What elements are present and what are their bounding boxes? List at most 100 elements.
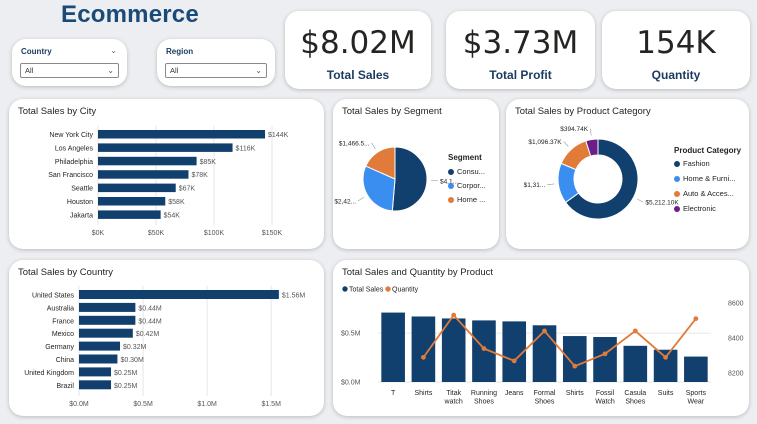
data-label: $394.74K: [560, 126, 588, 133]
category-label: T: [391, 390, 396, 397]
kpi-total-sales-card: $8.02M Total Sales: [285, 11, 431, 89]
chart-title: Total Sales by Segment: [342, 106, 442, 117]
bar: [562, 336, 587, 382]
kpi-quantity-card: 154K Quantity: [602, 11, 750, 89]
bar: [79, 315, 136, 325]
category-label: United Kingdom: [24, 370, 74, 377]
legend-label: Corpor...: [457, 181, 486, 190]
x-tick-label: $100K: [204, 230, 225, 237]
chevron-down-icon[interactable]: ⌄: [110, 46, 117, 55]
quantity-point: [663, 354, 668, 360]
category-label: New York City: [49, 132, 93, 139]
sales-by-category-card: Total Sales by Product Category $5,212.1…: [506, 99, 749, 249]
chart-title: Total Sales by Country: [18, 267, 114, 278]
x-tick-label: $0K: [92, 230, 105, 237]
bar: [79, 341, 120, 351]
kpi-value: $8.02M: [300, 25, 416, 61]
category-label: United States: [32, 293, 75, 300]
category-label: Titak watch: [444, 390, 463, 406]
leader-line: [357, 197, 365, 202]
region-dropdown-value: All: [170, 66, 179, 75]
kpi-label: Total Sales: [326, 68, 390, 82]
category-label: Mexico: [52, 331, 74, 338]
legend-item[interactable]: Consu...: [448, 167, 485, 176]
page-title: Ecommerce: [61, 1, 199, 28]
legend-label: Fashion: [683, 159, 710, 168]
chevron-down-icon: ⌄: [107, 66, 114, 75]
quantity-point: [632, 328, 638, 334]
country-slicer[interactable]: Country ⌄ All ⌄: [12, 39, 127, 86]
category-label: Brazil: [56, 383, 74, 390]
leader-line: [589, 128, 592, 136]
leader-line: [371, 142, 376, 149]
bar: [98, 143, 233, 152]
sales-by-country-chart: $0.0M $0.5M $1.0M $1.5M United States $1.56M A…: [24, 286, 305, 408]
legend-item[interactable]: Auto & Acces...: [674, 189, 734, 198]
data-label: $1,31...: [524, 182, 546, 189]
category-label: Fossil Watch: [595, 390, 615, 406]
country-dropdown[interactable]: All ⌄: [20, 63, 119, 78]
legend-dot: [674, 191, 680, 198]
category-label: Sports Wear: [686, 390, 707, 406]
category-label: Suits: [658, 390, 674, 397]
pie-slice: [560, 140, 592, 171]
legend-dot: [674, 176, 680, 183]
bar: [653, 349, 678, 382]
chart-title: Total Sales and Quantity by Product: [342, 267, 494, 278]
legend-item[interactable]: Home & Furni...: [674, 174, 736, 183]
sales-by-segment-card: Total Sales by Segment $4,1... $2,42... $1…: [333, 99, 499, 249]
legend-item[interactable]: Electronic: [674, 204, 716, 213]
legend-label: Consu...: [457, 167, 485, 176]
legend-item[interactable]: Fashion: [674, 159, 710, 168]
data-label: $1,466.5...: [339, 140, 370, 147]
data-label: $0.32M: [123, 344, 147, 351]
category-label: Philadelphia: [55, 159, 93, 166]
data-label: $85K: [200, 159, 217, 166]
bar: [79, 367, 112, 377]
category-label: Formal Shoes: [534, 390, 556, 406]
data-label: $0.25M: [114, 370, 138, 377]
bar: [98, 170, 189, 179]
data-label: $116K: [236, 145, 256, 152]
leader-line: [563, 141, 569, 147]
y-tick-label: $0.0M: [341, 380, 361, 387]
region-slicer[interactable]: Region All ⌄: [157, 39, 275, 86]
category-label: Jakarta: [70, 212, 93, 219]
legend-dot: [448, 169, 454, 176]
data-label: $0.30M: [120, 357, 144, 364]
bar: [684, 356, 708, 382]
category-label: Running Shoes: [471, 390, 497, 406]
sales-by-city-chart: $0K $50K $100K $150K New York City $144K Los A…: [48, 126, 289, 237]
legend-item[interactable]: Corpor...: [448, 181, 486, 190]
category-label: France: [52, 318, 74, 325]
chevron-down-icon: ⌄: [255, 66, 262, 75]
legend-label: Auto & Acces...: [683, 189, 734, 198]
legend-label: Electronic: [683, 204, 716, 213]
y2-tick-label: 8600: [728, 300, 744, 307]
chart-title: Total Sales by Product Category: [515, 106, 651, 117]
legend-marker-total-sales: [342, 286, 348, 292]
sales-quantity-by-product-card: Total Sales and Quantity by Product Tota…: [333, 260, 749, 416]
data-label: $54K: [164, 212, 181, 219]
legend-item[interactable]: Home ...: [448, 195, 485, 204]
y2-tick-label: 8200: [728, 371, 744, 378]
kpi-label: Quantity: [651, 68, 701, 82]
category-label: Houston: [67, 199, 93, 206]
kpi-label: Total Profit: [489, 68, 552, 82]
kpi-value: 154K: [636, 25, 716, 61]
bar: [381, 312, 405, 382]
bar: [98, 210, 161, 219]
bar: [532, 325, 557, 382]
bar: [79, 290, 279, 299]
leader-line: [637, 198, 644, 203]
kpi-total-profit-card: $3.73M Total Profit: [446, 11, 595, 89]
region-dropdown[interactable]: All ⌄: [165, 63, 267, 78]
category-label: Germany: [45, 344, 74, 351]
category-label: Seattle: [71, 186, 93, 193]
data-label: $0.42M: [136, 331, 160, 338]
category-label: Shirts: [566, 390, 584, 397]
x-tick-label: $1.0M: [197, 401, 217, 408]
sales-by-country-card: Total Sales by Country $0.0M $0.5M $1.0M $1…: [9, 260, 324, 416]
legend-dot: [448, 183, 454, 190]
x-tick-label: $0.0M: [69, 401, 89, 408]
